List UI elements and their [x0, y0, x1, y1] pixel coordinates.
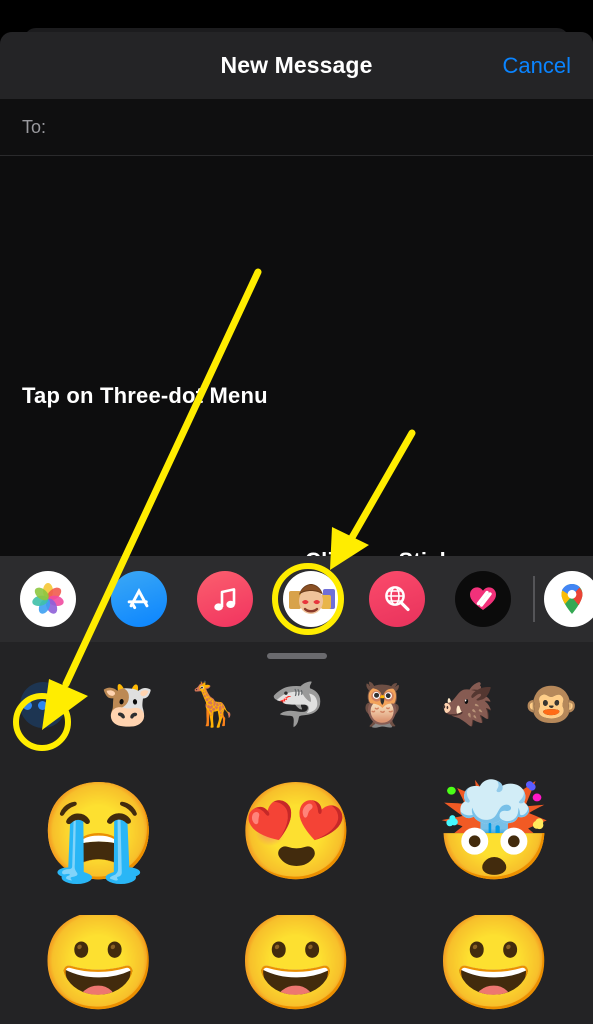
app-slot-maps[interactable] [542, 571, 593, 627]
sticker-item[interactable]: 😀 [395, 915, 593, 1024]
recipient-row[interactable]: To: [0, 99, 593, 156]
cow-icon: 🐮 [100, 680, 155, 729]
category-shark[interactable]: 🦈 [255, 680, 340, 729]
app-slot-app-store[interactable] [96, 571, 182, 627]
app-slot-images[interactable] [354, 571, 440, 627]
panel-drag-handle[interactable] [266, 653, 327, 659]
category-boar[interactable]: 🐗 [425, 680, 510, 729]
giraffe-icon: 🦒 [185, 680, 240, 729]
map-pin-icon[interactable] [544, 571, 593, 627]
music-note-icon[interactable] [197, 571, 253, 627]
app-slot-fitness[interactable] [440, 571, 526, 627]
magnifier-globe-icon[interactable] [369, 571, 425, 627]
annotation-three-dot-label: Tap on Three-dot Menu [22, 383, 268, 408]
memoji-sticker-grid: 😭 😍 🤯 😀 😀 😀 [0, 750, 593, 1024]
navigation-bar: New Message Cancel [0, 32, 593, 99]
category-owl[interactable]: 🦉 [340, 680, 425, 729]
photos-icon[interactable] [20, 571, 76, 627]
app-slot-photos[interactable] [0, 571, 96, 627]
memoji-crying-mask-icon: 😭 [39, 779, 158, 885]
category-giraffe[interactable]: 🦒 [170, 680, 255, 729]
drawer-divider [533, 576, 535, 622]
cancel-button[interactable]: Cancel [503, 53, 571, 79]
app-store-drawer-icon[interactable] [111, 571, 167, 627]
sticker-item[interactable]: 😀 [0, 915, 198, 1024]
sticker-item[interactable]: 😀 [198, 915, 396, 1024]
sticker-item[interactable]: 😍 [198, 750, 396, 915]
highlight-ring-stickers [272, 563, 344, 635]
boar-icon: 🐗 [440, 680, 495, 729]
animoji-category-row: 🐮 🦒 🦈 🦉 🐗 🐵 [0, 669, 593, 741]
monkey-icon: 🐵 [524, 680, 579, 729]
memoji-row2-c-icon: 😀 [434, 915, 554, 1015]
owl-icon: 🦉 [355, 680, 410, 729]
recipient-input[interactable] [52, 116, 593, 138]
shark-icon: 🦈 [270, 680, 325, 729]
drawer-divider-slot [526, 576, 542, 622]
memoji-mind-blown-mask-icon: 🤯 [434, 779, 554, 885]
iphone-screen: New Message Cancel To: Tap on Three-dot … [0, 0, 593, 1024]
memoji-heart-eyes-mask-icon: 😍 [237, 779, 356, 885]
memoji-row2-b-icon: 😀 [237, 915, 356, 1015]
sticker-panel: 🐮 🦒 🦈 🦉 🐗 🐵 😭 😍 🤯 😀 😀 😀 [0, 642, 593, 1024]
heart-icon[interactable] [455, 571, 511, 627]
category-monkey[interactable]: 🐵 [510, 680, 593, 729]
memoji-row2-a-icon: 😀 [39, 915, 158, 1015]
sticker-item[interactable]: 😭 [0, 750, 198, 915]
to-label: To: [22, 116, 47, 137]
sticker-item[interactable]: 🤯 [395, 750, 593, 915]
page-title: New Message [220, 52, 373, 78]
highlight-ring-three-dot [13, 693, 71, 751]
category-cow[interactable]: 🐮 [85, 680, 170, 729]
app-slot-music[interactable] [182, 571, 268, 627]
